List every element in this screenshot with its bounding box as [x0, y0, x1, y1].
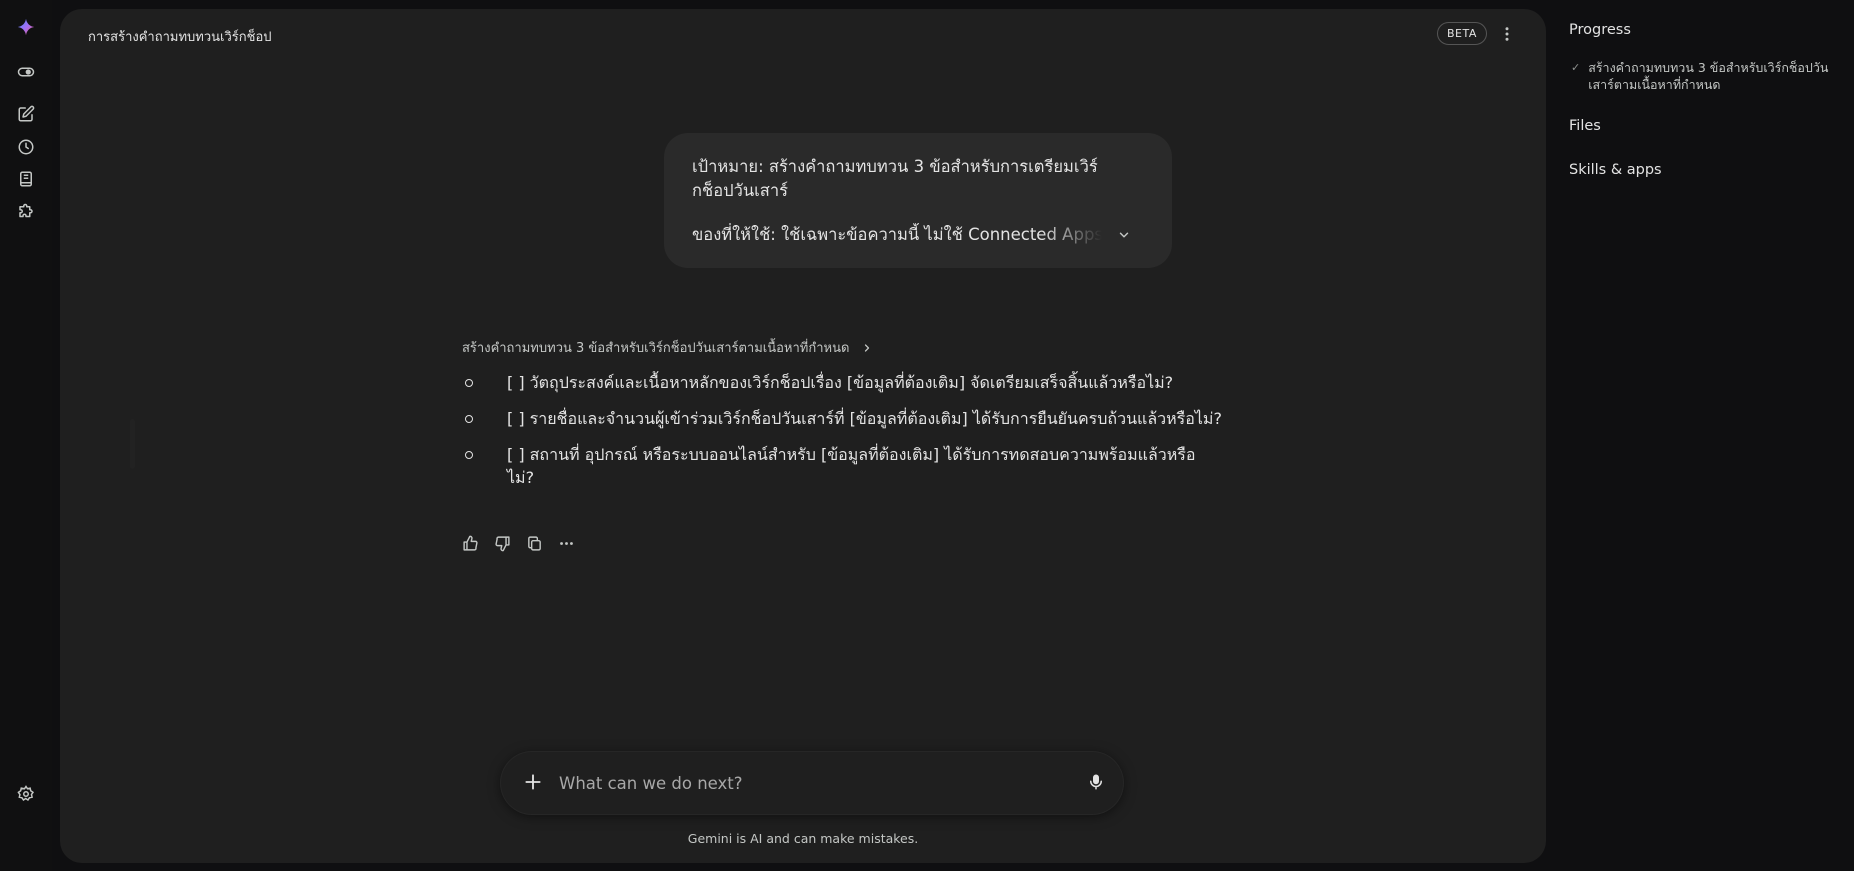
conversation-title[interactable]: การสร้างคำถามทบทวนเวิร์กช็อป — [88, 26, 272, 47]
settings-icon[interactable] — [13, 781, 39, 807]
disclaimer-text: Gemini is AI and can make mistakes. — [687, 831, 919, 846]
thumbs-up-icon[interactable] — [460, 533, 480, 553]
list-item-text: [ ] รายชื่อและจำนวนผู้เข้าร่วมเวิร์กช็อป… — [507, 409, 1222, 428]
progress-title[interactable]: Progress — [1569, 22, 1631, 38]
thumbs-down-icon[interactable] — [492, 533, 512, 553]
list-item-text: [ ] วัตถุประสงค์และเนื้อหาหลักของเวิร์กช… — [507, 373, 1174, 392]
user-message-goal: เป้าหมาย: สร้างคำถามทบทวน 3 ข้อสำหรับการ… — [692, 157, 1098, 200]
response-step-title[interactable]: สร้างคำถามทบทวน 3 ข้อสำหรับเวิร์กช็อปวัน… — [462, 337, 873, 358]
list-item: [ ] รายชื่อและจำนวนผู้เข้าร่วมเวิร์กช็อป… — [462, 407, 1222, 430]
prompt-input[interactable] — [559, 769, 1039, 797]
chevron-right-icon — [865, 343, 870, 352]
bullet-icon — [465, 415, 473, 423]
toggle-icon[interactable] — [13, 59, 39, 85]
beta-badge: BETA — [1437, 22, 1487, 45]
add-icon[interactable] — [521, 770, 545, 794]
prompt-composer — [501, 752, 1123, 814]
extensions-icon[interactable] — [13, 199, 39, 225]
new-chat-icon[interactable] — [13, 101, 39, 127]
list-item: [ ] วัตถุประสงค์และเนื้อหาหลักของเวิร์กช… — [462, 371, 1222, 394]
gemini-spark-icon[interactable] — [13, 14, 39, 40]
microphone-icon[interactable] — [1084, 770, 1108, 794]
notebook-icon[interactable] — [13, 166, 39, 192]
skills-apps-title[interactable]: Skills & apps — [1569, 162, 1662, 178]
list-item-text: [ ] สถานที่ อุปกรณ์ หรือระบบออนไลน์สำหรั… — [507, 445, 1196, 487]
history-icon[interactable] — [13, 134, 39, 160]
side-panel: Progress ✓ สร้างคำถามทบทวน 3 ข้อสำหรับเว… — [1556, 0, 1854, 871]
list-item: [ ] สถานที่ อุปกรณ์ หรือระบบออนไลน์สำหรั… — [462, 443, 1222, 489]
user-message-resources: ของที่ให้ใช้: ใช้เฉพาะข้อความนี้ ไม่ใช้ … — [692, 225, 1102, 244]
chat-panel: การสร้างคำถามทบทวนเวิร์กช็อป BETA เป้าหม… — [60, 9, 1546, 863]
more-options-icon[interactable] — [1496, 23, 1518, 45]
check-icon: ✓ — [1571, 61, 1581, 74]
copy-icon[interactable] — [524, 533, 544, 553]
scroll-handle[interactable] — [130, 419, 135, 469]
bullet-icon — [465, 379, 473, 387]
left-rail — [0, 0, 52, 871]
progress-item-text: สร้างคำถามทบทวน 3 ข้อสำหรับเวิร์กช็อปวัน… — [1588, 60, 1829, 92]
chevron-down-icon[interactable] — [1109, 221, 1139, 249]
user-message-bubble: เป้าหมาย: สร้างคำถามทบทวน 3 ข้อสำหรับการ… — [664, 133, 1172, 268]
response-actions — [460, 533, 576, 553]
files-title[interactable]: Files — [1569, 118, 1601, 134]
bullet-icon — [465, 451, 473, 459]
progress-item: ✓ สร้างคำถามทบทวน 3 ข้อสำหรับเวิร์กช็อปว… — [1571, 59, 1846, 93]
step-title-text: สร้างคำถามทบทวน 3 ข้อสำหรับเวิร์กช็อปวัน… — [462, 341, 850, 356]
more-horizontal-icon[interactable] — [556, 533, 576, 553]
question-list: [ ] วัตถุประสงค์และเนื้อหาหลักของเวิร์กช… — [462, 371, 1222, 502]
